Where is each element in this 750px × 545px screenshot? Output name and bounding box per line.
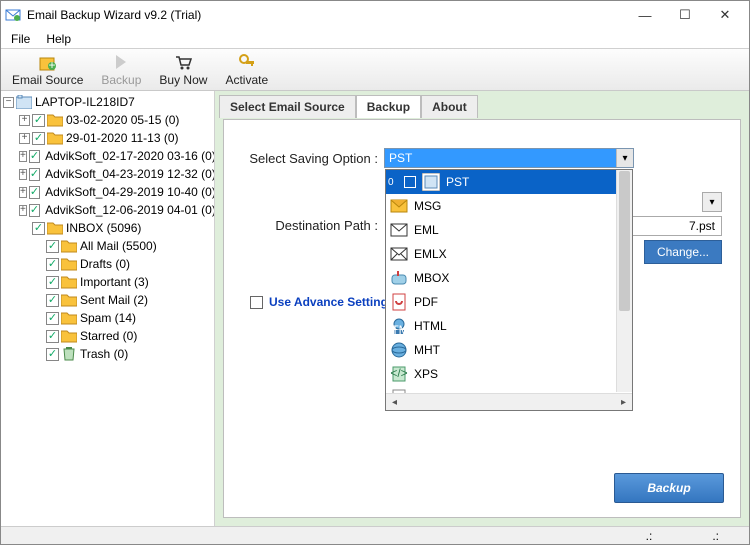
main-panel: Select Email Source Backup About Select … [215, 91, 749, 526]
expand-icon[interactable]: + [19, 151, 27, 162]
folder-icon [47, 113, 63, 127]
activate-button[interactable]: Activate [217, 50, 276, 90]
expand-icon[interactable]: + [19, 115, 30, 126]
tree-row[interactable]: +✓AdvikSoft_04-29-2019 10-40 (0) [1, 183, 214, 201]
dropdown-option-mbox[interactable]: MBOX [386, 266, 632, 290]
email-source-button[interactable]: + Email Source [4, 50, 91, 90]
tree-row[interactable]: +✓AdvikSoft_12-06-2019 04-01 (0) [1, 201, 214, 219]
tab-backup[interactable]: Backup [356, 95, 421, 118]
checkbox-icon[interactable]: ✓ [46, 240, 59, 253]
checkbox-icon[interactable]: ✓ [32, 114, 45, 127]
tree-row[interactable]: ✓Drafts (0) [1, 255, 214, 273]
dropdown-option-msg[interactable]: MSG [386, 194, 632, 218]
checkbox-icon[interactable]: ✓ [46, 330, 59, 343]
destination-path-label: Destination Path : [224, 218, 384, 233]
eml-icon [390, 221, 408, 239]
checkbox-icon[interactable]: ✓ [32, 132, 45, 145]
change-button[interactable]: Change... [644, 240, 722, 264]
pst-icon [422, 173, 440, 191]
checkbox-icon[interactable]: ✓ [46, 276, 59, 289]
checkbox-icon[interactable]: ✓ [29, 150, 40, 163]
checkbox-icon[interactable]: ✓ [32, 222, 45, 235]
dropdown-option-eml[interactable]: EML [386, 218, 632, 242]
msg-icon [390, 197, 408, 215]
trash-icon [61, 347, 77, 361]
app-icon [5, 7, 21, 23]
chevron-down-icon[interactable]: ▾ [616, 149, 633, 167]
saving-option-label: Select Saving Option : [224, 151, 384, 166]
menu-help[interactable]: Help [40, 30, 77, 48]
checkbox-icon[interactable]: ✓ [29, 186, 40, 199]
chevron-down-icon[interactable]: ▾ [702, 192, 722, 212]
expand-icon[interactable]: + [19, 205, 27, 216]
checkbox-icon[interactable] [250, 296, 263, 309]
tab-about[interactable]: About [421, 95, 478, 118]
toolbar: + Email Source Backup Buy Now Activate [1, 49, 749, 91]
tree-row[interactable]: +✓AdvikSoft_04-23-2019 12-32 (0) [1, 165, 214, 183]
close-button[interactable]: ✕ [705, 1, 745, 29]
collapse-icon[interactable]: − [3, 97, 14, 108]
checkbox-icon[interactable]: ✓ [46, 312, 59, 325]
dropdown-option-pdf[interactable]: PDF [386, 290, 632, 314]
folder-icon [47, 221, 63, 235]
svg-text:HTML: HTML [390, 323, 408, 335]
window-title: Email Backup Wizard v9.2 (Trial) [27, 8, 625, 22]
tree-row[interactable]: ✓Spam (14) [1, 309, 214, 327]
saving-option-dropdown[interactable]: 0PSTMSGEMLEMLXMBOXPDFHTMLHTMLMHT</>XPSRT… [385, 169, 633, 411]
tree-row[interactable]: ✓All Mail (5500) [1, 237, 214, 255]
svg-text:+: + [48, 58, 55, 72]
tree-row[interactable]: ✓Trash (0) [1, 345, 214, 363]
minimize-button[interactable]: — [625, 1, 665, 29]
backup-action-button[interactable]: Backup [614, 473, 724, 503]
tree-row[interactable]: +✓03-02-2020 05-15 (0) [1, 111, 214, 129]
tree-row[interactable]: ✓Important (3) [1, 273, 214, 291]
checkbox-icon[interactable]: ✓ [29, 204, 40, 217]
tree-row[interactable]: +✓AdvikSoft_02-17-2020 03-16 (0) [1, 147, 214, 165]
menu-file[interactable]: File [5, 30, 36, 48]
folder-icon [61, 311, 77, 325]
svg-text:</>: </> [390, 366, 407, 380]
checkbox-icon[interactable]: ✓ [46, 348, 59, 361]
folder-icon [61, 329, 77, 343]
checkbox-icon[interactable]: ✓ [46, 258, 59, 271]
checkbox-icon[interactable]: ✓ [46, 294, 59, 307]
tree-row[interactable]: ✓Starred (0) [1, 327, 214, 345]
menubar: File Help [1, 29, 749, 49]
dropdown-vscroll[interactable] [616, 170, 632, 392]
mht-icon [390, 341, 408, 359]
folder-icon [47, 131, 63, 145]
tree-row[interactable]: ✓INBOX (5096) [1, 219, 214, 237]
tab-select-email-source[interactable]: Select Email Source [219, 95, 356, 118]
tree-root[interactable]: − LAPTOP-IL218ID7 [1, 93, 214, 111]
checkbox-icon[interactable]: ✓ [29, 168, 40, 181]
folder-tree[interactable]: − LAPTOP-IL218ID7 +✓03-02-2020 05-15 (0)… [1, 91, 215, 526]
dropdown-option-html[interactable]: HTMLHTML [386, 314, 632, 338]
folder-icon [61, 293, 77, 307]
titlebar: Email Backup Wizard v9.2 (Trial) — ☐ ✕ [1, 1, 749, 29]
statusbar: .: .: [1, 526, 749, 544]
folder-icon [61, 275, 77, 289]
saving-option-select[interactable]: PST ▾ 0PSTMSGEMLEMLXMBOXPDFHTMLHTMLMHT</… [384, 148, 634, 168]
dropdown-option-xps[interactable]: </>XPS [386, 362, 632, 386]
pdf-icon [390, 293, 408, 311]
expand-icon[interactable]: + [19, 133, 30, 144]
html-icon: HTML [390, 317, 408, 335]
tree-row[interactable]: +✓29-01-2020 11-13 (0) [1, 129, 214, 147]
tree-row[interactable]: ✓Sent Mail (2) [1, 291, 214, 309]
maximize-button[interactable]: ☐ [665, 1, 705, 29]
folder-icon [61, 239, 77, 253]
expand-icon[interactable]: + [19, 187, 27, 198]
dropdown-option-mht[interactable]: MHT [386, 338, 632, 362]
xps-icon: </> [390, 365, 408, 383]
emlx-icon [390, 245, 408, 263]
folder-icon [61, 257, 77, 271]
expand-icon[interactable]: + [19, 169, 27, 180]
backup-button: Backup [93, 50, 149, 90]
dropdown-option-emlx[interactable]: EMLX [386, 242, 632, 266]
dropdown-hscroll[interactable]: ◂▸ [386, 393, 632, 410]
mbox-icon [390, 269, 408, 287]
buy-now-button[interactable]: Buy Now [151, 50, 215, 90]
dropdown-option-pst[interactable]: 0PST [386, 170, 632, 194]
